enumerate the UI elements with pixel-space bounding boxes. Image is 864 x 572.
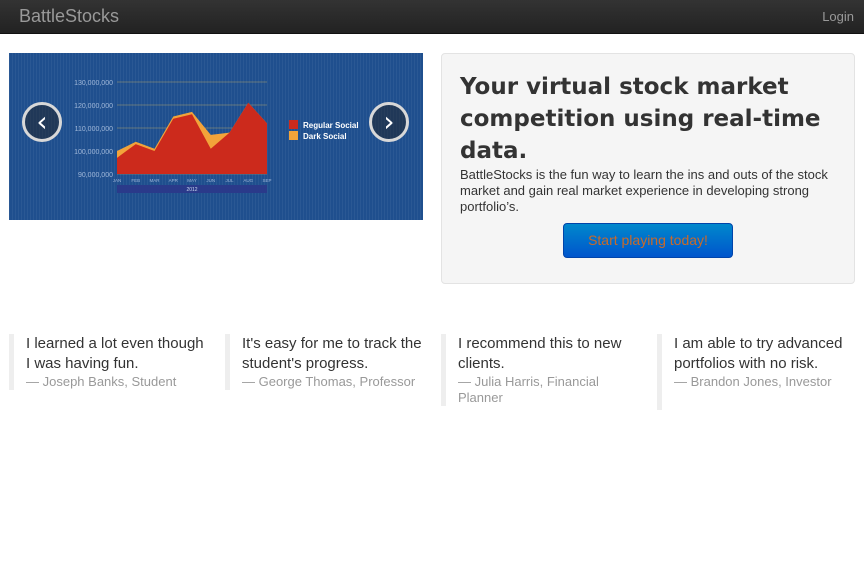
legend-label: Regular Social	[303, 121, 359, 130]
testimonial: It's easy for me to track the student's …	[225, 334, 425, 390]
x-tick-label: FEB	[131, 178, 140, 183]
x-tick-label: JAN	[113, 178, 122, 183]
hero-unit: Your virtual stock market competition us…	[441, 53, 855, 284]
y-tick-label: 90,000,000	[78, 172, 113, 179]
x-tick-label: MAY	[187, 178, 196, 183]
legend-label: Dark Social	[303, 132, 347, 141]
x-tick-label: MAR	[150, 178, 161, 183]
carousel: 130,000,000 120,000,000 110,000,000 100,000…	[9, 53, 423, 220]
hero-body: BattleStocks is the fun way to learn the…	[460, 167, 828, 214]
y-tick-label: 130,000,000	[74, 80, 113, 87]
testimonial-author: — George Thomas, Professor	[242, 374, 416, 389]
login-link[interactable]: Login	[822, 9, 854, 24]
start-playing-button[interactable]: Start playing today!	[563, 223, 733, 258]
carousel-next-button[interactable]: ›	[369, 102, 409, 142]
year-label: 2012	[186, 187, 197, 193]
hero-title: Your virtual stock market competition us…	[460, 74, 821, 164]
y-tick-label: 100,000,000	[74, 149, 113, 156]
x-tick-label: SEP	[262, 178, 271, 183]
testimonial: I learned a lot even though I was having…	[9, 334, 209, 390]
testimonial-author: — Julia Harris, Financial Planner	[458, 374, 599, 405]
testimonial: I am able to try advanced portfolios wit…	[657, 334, 857, 410]
legend-swatch	[289, 120, 298, 129]
testimonial-quote: It's easy for me to track the student's …	[242, 335, 422, 372]
testimonial-quote: I recommend this to new clients.	[458, 335, 622, 372]
testimonial: I recommend this to new clients. — Julia…	[441, 334, 641, 406]
testimonial-author: — Brandon Jones, Investor	[674, 374, 832, 389]
chevron-left-icon: ‹	[36, 105, 48, 138]
x-tick-label: JUN	[206, 178, 215, 183]
testimonial-quote: I am able to try advanced portfolios wit…	[674, 335, 843, 372]
brand-link[interactable]: BattleStocks	[19, 6, 119, 27]
legend-swatch	[289, 131, 298, 140]
slide-chart: 130,000,000 120,000,000 110,000,000 100,000…	[74, 80, 359, 193]
x-tick-label: JUL	[225, 178, 233, 183]
testimonial-quote: I learned a lot even though I was having…	[26, 335, 204, 372]
y-tick-label: 120,000,000	[74, 103, 113, 110]
testimonial-author: — Joseph Banks, Student	[26, 374, 177, 389]
y-tick-label: 110,000,000	[75, 126, 114, 133]
x-tick-label: APR	[169, 178, 179, 183]
carousel-prev-button[interactable]: ‹	[22, 102, 62, 142]
top-navbar: BattleStocks Login	[0, 0, 864, 34]
x-tick-label: AUG	[243, 178, 253, 183]
chevron-right-icon: ›	[383, 105, 395, 138]
